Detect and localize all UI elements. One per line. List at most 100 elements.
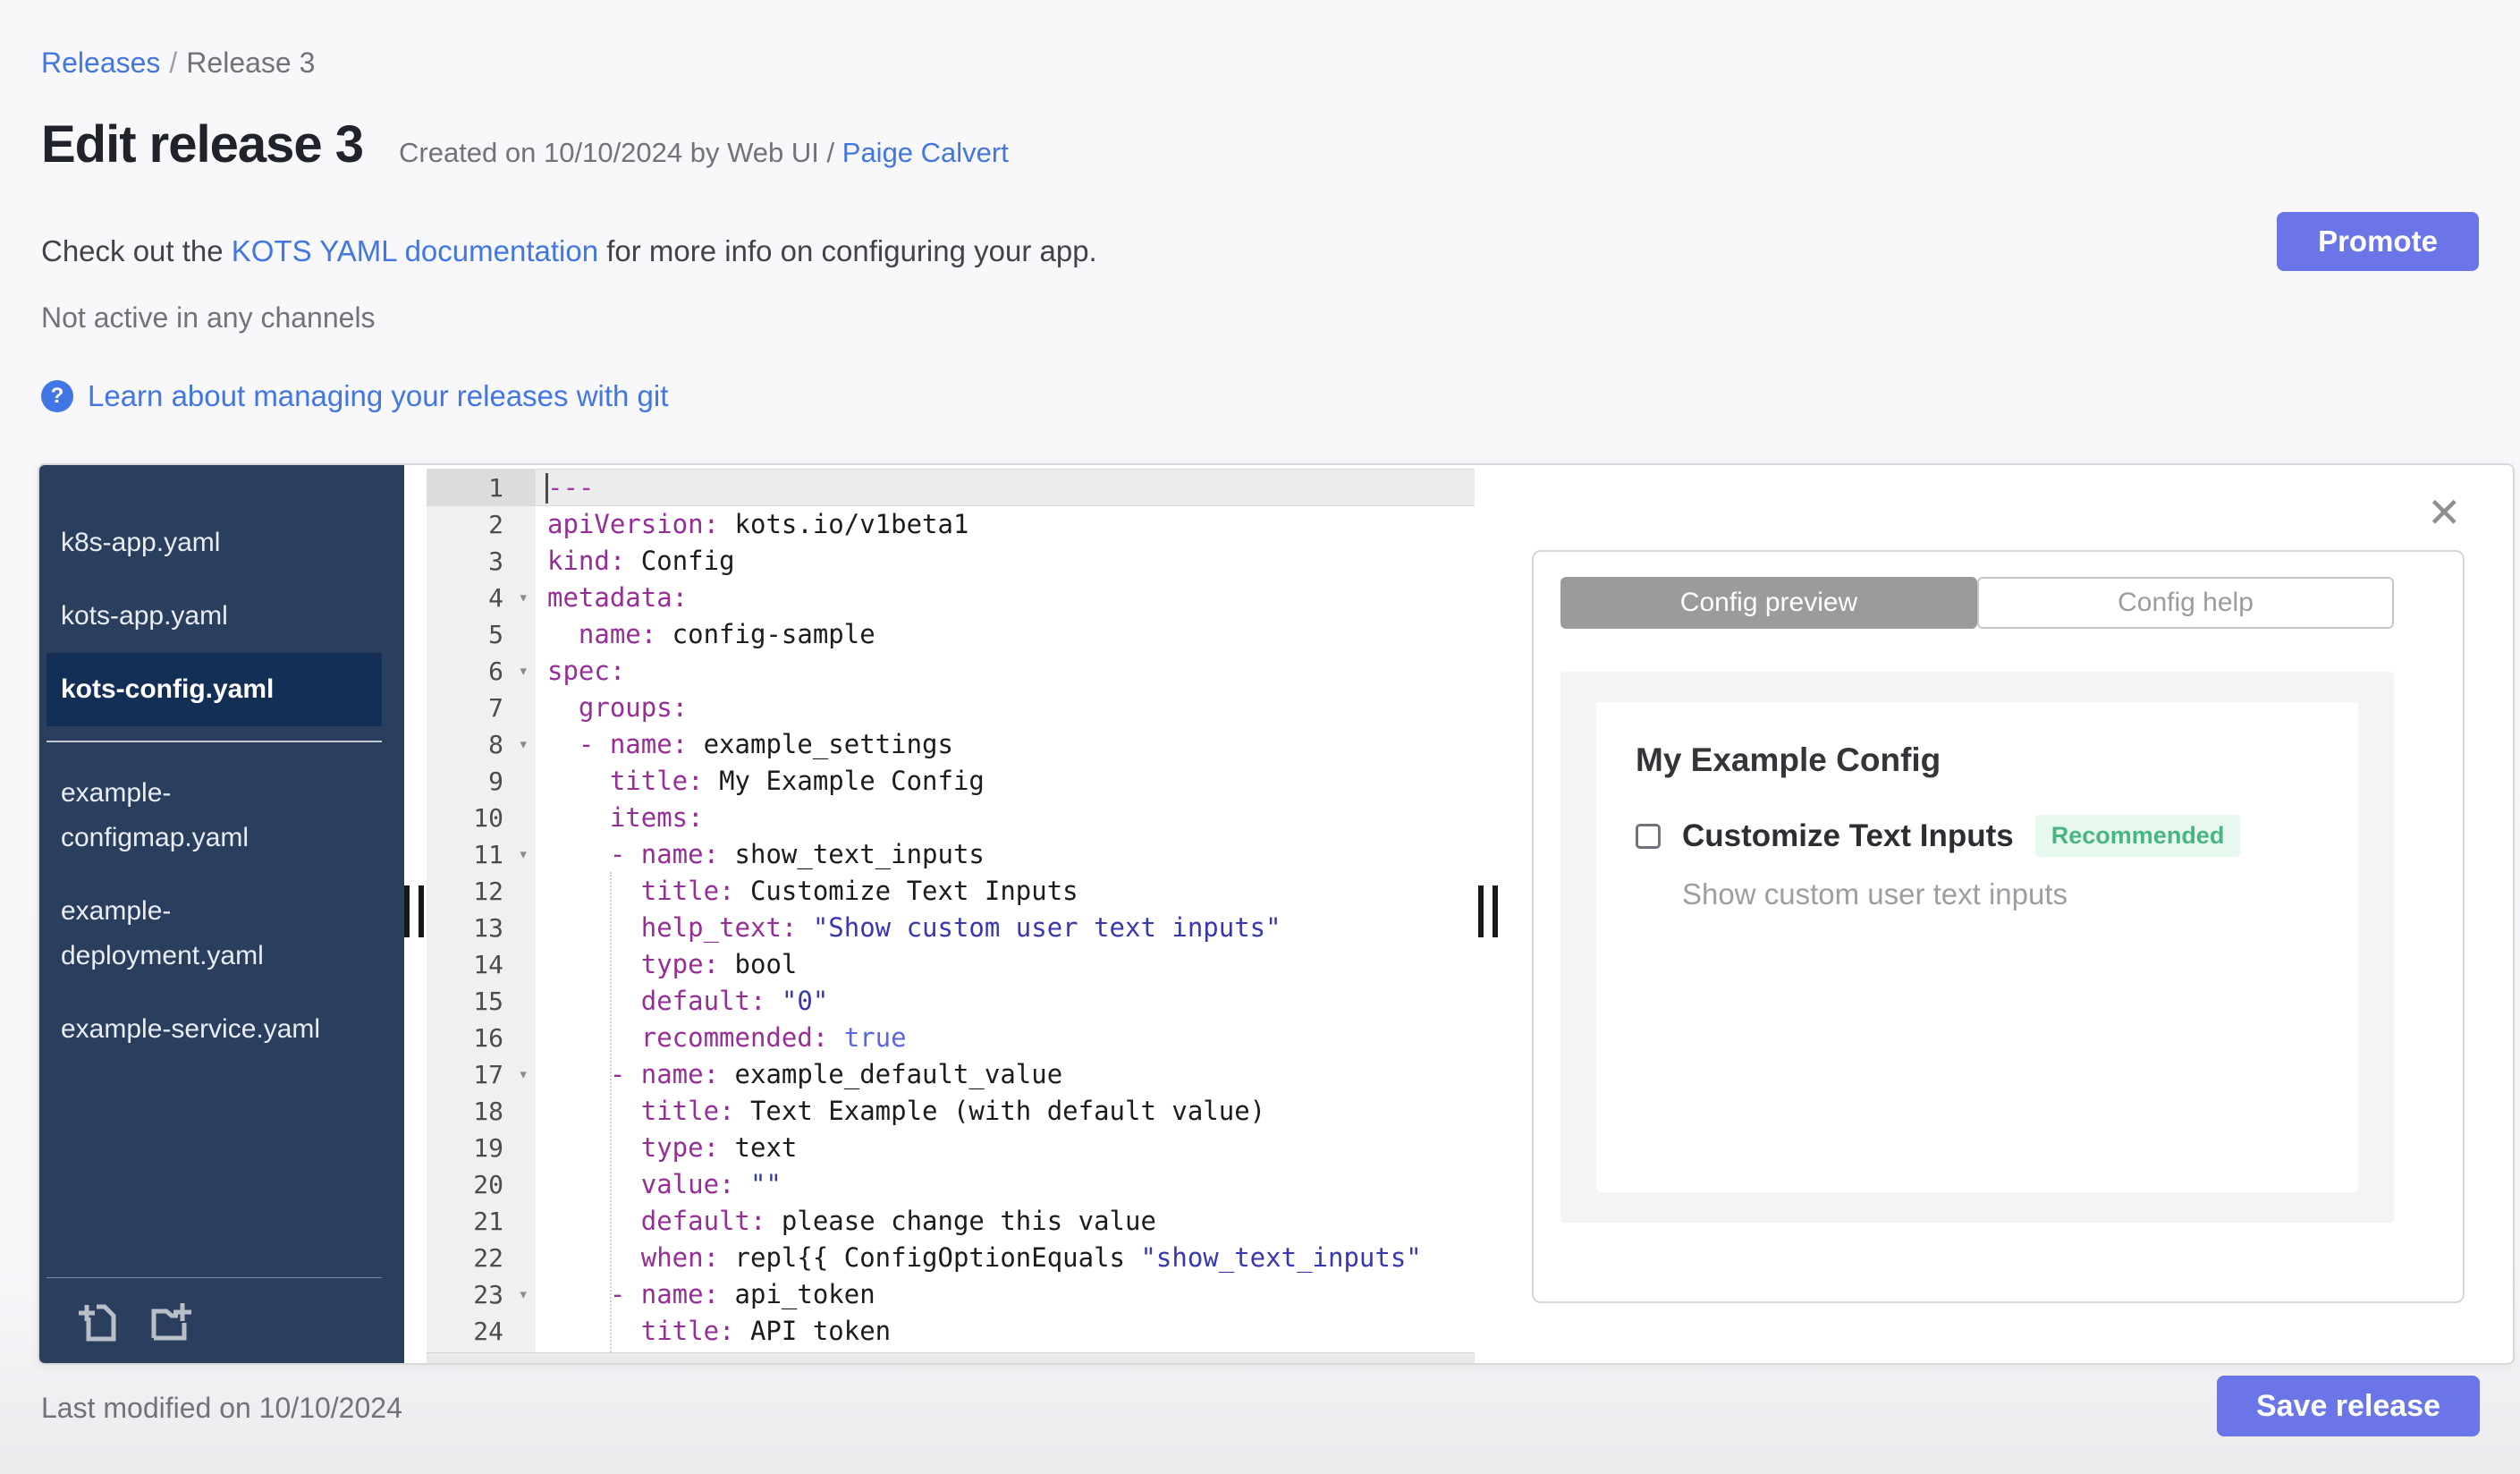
config-item-label: Customize Text Inputs (1682, 817, 2014, 853)
editor-horizontal-scrollbar[interactable] (427, 1352, 1475, 1363)
code-token: text (719, 1132, 798, 1163)
code-text[interactable]: title: API token (536, 1313, 1475, 1350)
config-checkbox[interactable] (1636, 823, 1661, 849)
code-token: Config (625, 546, 735, 576)
breadcrumb-current: Release 3 (186, 47, 316, 79)
breadcrumb-releases-link[interactable]: Releases (41, 47, 160, 79)
sidebar-resize-handle[interactable] (404, 885, 424, 937)
editor-line-22: 22 when: repl{{ ConfigOptionEquals "show… (427, 1240, 1475, 1276)
editor-line-20: 20 value: "" (427, 1166, 1475, 1203)
sidebar-file-kots-app.yaml[interactable]: kots-app.yaml (47, 580, 382, 653)
code-text[interactable]: value: "" (536, 1166, 1475, 1203)
code-text[interactable]: - name: example_default_value (536, 1056, 1475, 1093)
docs-suffix: for more info on configuring your app. (606, 234, 1097, 267)
code-token: apiVersion: (547, 509, 720, 539)
code-text[interactable]: default: "0" (536, 983, 1475, 1020)
editor-line-15: 15 default: "0" (427, 983, 1475, 1020)
code-token: example_default_value (719, 1059, 1063, 1089)
line-number: 6 ▾ (427, 653, 536, 690)
new-folder-icon[interactable] (145, 1297, 193, 1345)
editor-line-4: 4 ▾ metadata: (427, 580, 1475, 616)
fold-arrow-icon[interactable]: ▾ (519, 836, 529, 873)
editor-line-13: 13 help_text: "Show custom user text inp… (427, 910, 1475, 946)
code-text[interactable]: recommended: true (536, 1020, 1475, 1056)
line-number: 12 (427, 873, 536, 910)
code-text[interactable]: type: text (536, 1130, 1475, 1166)
created-author-link[interactable]: Paige Calvert (842, 137, 1009, 168)
code-token: example_settings (688, 729, 953, 759)
line-number: 23 ▾ (427, 1276, 536, 1313)
save-release-button[interactable]: Save release (2217, 1376, 2480, 1436)
code-token: Customize Text Inputs (734, 876, 1078, 906)
code-text[interactable]: groups: (536, 690, 1475, 726)
line-number: 15 (427, 983, 536, 1020)
editor-line-12: 12 title: Customize Text Inputs (427, 873, 1475, 910)
sidebar-file-example-deployment.yaml[interactable]: example-deployment.yaml (47, 875, 382, 993)
sidebar-footer (47, 1277, 382, 1363)
code-token: help_text: (547, 912, 798, 943)
code-text[interactable]: type: bool (536, 946, 1475, 983)
code-text[interactable]: name: config-sample (536, 616, 1475, 653)
tab-config-preview[interactable]: Config preview (1560, 577, 1977, 629)
editor-line-19: 19 type: text (427, 1130, 1475, 1166)
sidebar-file-kots-config.yaml[interactable]: kots-config.yaml (47, 653, 382, 726)
code-token: groups: (547, 692, 689, 723)
code-text[interactable]: default: please change this value (536, 1203, 1475, 1240)
preview-resize-handle[interactable] (1478, 885, 1498, 937)
new-file-icon[interactable] (73, 1297, 122, 1345)
code-text[interactable]: items: (536, 800, 1475, 836)
code-token: bool (719, 949, 798, 979)
code-token: metadata: (547, 582, 689, 613)
question-mark-icon[interactable]: ? (41, 380, 73, 412)
line-number: 16 (427, 1020, 536, 1056)
code-text[interactable]: title: Text Example (with default value) (536, 1093, 1475, 1130)
code-text[interactable]: metadata: (536, 580, 1475, 616)
code-text[interactable]: title: My Example Config (536, 763, 1475, 800)
code-token: title: (547, 766, 704, 796)
code-token: - name: (547, 729, 689, 759)
tab-config-help[interactable]: Config help (1977, 577, 2394, 629)
line-number: 13 (427, 910, 536, 946)
fold-arrow-icon[interactable]: ▾ (519, 580, 529, 616)
code-text[interactable]: when: repl{{ ConfigOptionEquals "show_te… (536, 1240, 1475, 1276)
code-text[interactable]: spec: (536, 653, 1475, 690)
editor-line-1: 1 --- (427, 469, 1475, 506)
code-token: config-sample (656, 619, 875, 649)
promote-button[interactable]: Promote (2277, 212, 2479, 271)
line-number: 18 (427, 1093, 536, 1130)
config-preview-area: My Example Config Customize Text Inputs … (1560, 672, 2394, 1223)
code-text[interactable]: kind: Config (536, 543, 1475, 580)
fold-arrow-icon[interactable]: ▾ (519, 1276, 529, 1313)
code-token: "show_text_inputs" (1140, 1242, 1422, 1273)
sidebar-file-example-service.yaml[interactable]: example-service.yaml (47, 993, 382, 1066)
git-releases-link[interactable]: Learn about managing your releases with … (88, 379, 668, 413)
fold-arrow-icon[interactable]: ▾ (519, 726, 529, 763)
code-text[interactable]: help_text: "Show custom user text inputs… (536, 910, 1475, 946)
sidebar-file-k8s-app.yaml[interactable]: k8s-app.yaml (47, 506, 382, 580)
line-number: 1 (427, 470, 536, 505)
config-item-help: Show custom user text inputs (1682, 877, 2068, 911)
code-text[interactable]: - name: example_settings (536, 726, 1475, 763)
editor-line-14: 14 type: bool (427, 946, 1475, 983)
code-text[interactable]: title: Customize Text Inputs (536, 873, 1475, 910)
code-token: - name: (547, 1059, 720, 1089)
fold-arrow-icon[interactable]: ▾ (519, 653, 529, 690)
close-icon[interactable]: ✕ (2427, 488, 2462, 537)
docs-row: Check out the KOTS YAML documentation fo… (41, 234, 1097, 268)
kots-docs-link[interactable]: KOTS YAML documentation (232, 234, 598, 267)
code-token: My Example Config (703, 766, 985, 796)
yaml-code-editor[interactable]: 1 --- 2 apiVersion: kots.io/v1beta1 3 kind: C… (427, 465, 1475, 1363)
line-number: 20 (427, 1166, 536, 1203)
code-text[interactable]: apiVersion: kots.io/v1beta1 (536, 506, 1475, 543)
code-text[interactable]: - name: show_text_inputs (536, 836, 1475, 873)
docs-prefix: Check out the (41, 234, 224, 267)
code-text[interactable]: - name: api_token (536, 1276, 1475, 1313)
sidebar-file-example-configmap.yaml[interactable]: example-configmap.yaml (47, 757, 382, 875)
line-number: 17 ▾ (427, 1056, 536, 1093)
code-token: title: (547, 1316, 735, 1346)
editor-line-21: 21 default: please change this value (427, 1203, 1475, 1240)
code-token: "0" (765, 986, 829, 1016)
code-text[interactable]: --- (536, 470, 1475, 505)
fold-arrow-icon[interactable]: ▾ (519, 1056, 529, 1093)
editor-line-10: 10 items: (427, 800, 1475, 836)
